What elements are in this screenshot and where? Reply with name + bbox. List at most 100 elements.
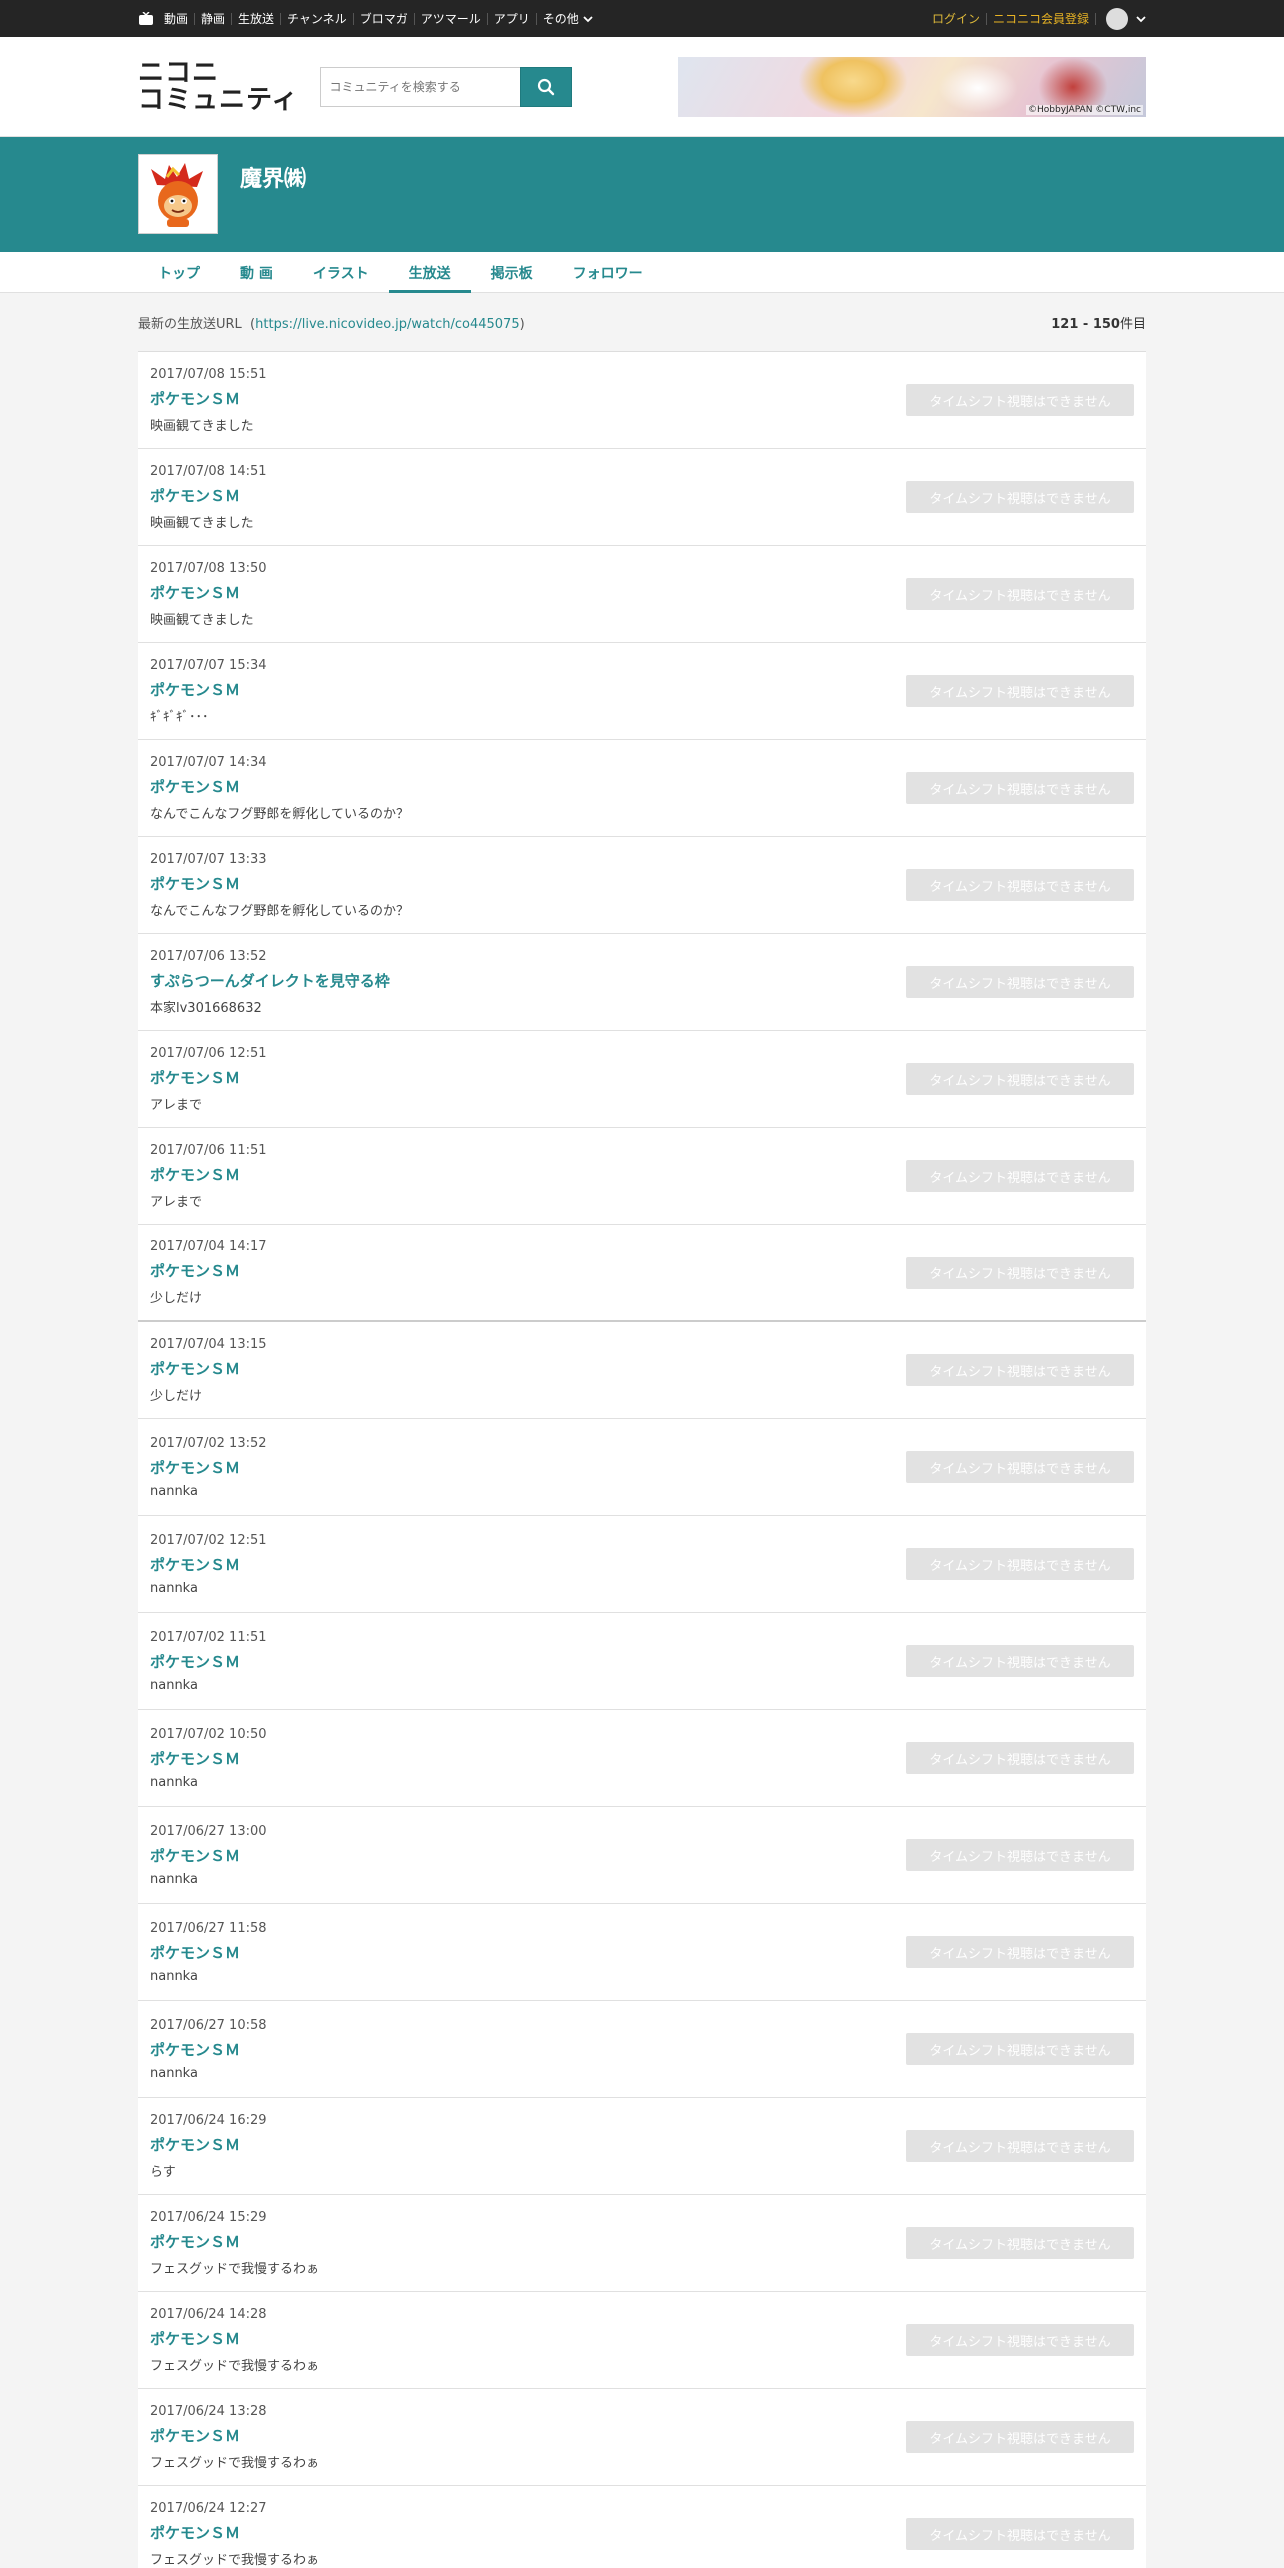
- broadcast-date: 2017/07/06 13:52: [150, 948, 267, 964]
- nav-live[interactable]: 生放送: [231, 12, 280, 25]
- broadcast-title[interactable]: ポケモンＳＭ: [150, 1067, 267, 1088]
- broadcast-item: 2017/06/24 15:29 ポケモンＳＭ フェスグッドで我慢するわぁ タイ…: [138, 2195, 1146, 2292]
- broadcast-title[interactable]: ポケモンＳＭ: [150, 1942, 267, 1963]
- broadcast-description: アレまで: [150, 1097, 203, 1113]
- nav-atsumaru[interactable]: アツマール: [413, 12, 487, 25]
- timeshift-unavailable-button: タイムシフト視聴はできません: [906, 1451, 1134, 1483]
- community-tabs: トップ 動 画 イラスト 生放送 掲示板 フォロワー: [0, 252, 1284, 293]
- tab-top[interactable]: トップ: [138, 252, 220, 293]
- timeshift-unavailable-button: タイムシフト視聴はできません: [906, 966, 1134, 998]
- broadcast-title[interactable]: ポケモンＳＭ: [150, 873, 409, 894]
- timeshift-unavailable-button: タイムシフト視聴はできません: [906, 384, 1134, 416]
- niconico-community-logo[interactable]: ニコニ コミュニティ: [138, 60, 298, 114]
- community-search-input[interactable]: [320, 67, 521, 107]
- register-link[interactable]: ニコニコ会員登録: [985, 12, 1096, 25]
- broadcast-description: 映画観てきました: [150, 612, 254, 628]
- broadcast-list: 2017/07/08 15:51 ポケモンＳＭ 映画観てきました タイムシフト視…: [138, 351, 1146, 2568]
- broadcast-item: 2017/07/06 13:52 すぷらつーんダイレクトを見守る枠 本家lv30…: [138, 934, 1146, 1031]
- broadcast-description: nannka: [150, 1871, 198, 1887]
- nav-channel[interactable]: チャンネル: [280, 12, 353, 25]
- broadcast-item: 2017/07/07 15:34 ポケモンＳＭ ｷﾞｷﾞｷﾞ･･･ タイムシフト…: [138, 643, 1146, 740]
- broadcast-title[interactable]: ポケモンＳＭ: [150, 485, 267, 506]
- broadcast-item: 2017/06/27 13:00 ポケモンＳＭ nannka タイムシフト視聴は…: [138, 1807, 1146, 1904]
- broadcast-title[interactable]: ポケモンＳＭ: [150, 1845, 267, 1866]
- broadcast-title[interactable]: ポケモンＳＭ: [150, 2522, 319, 2543]
- broadcast-item: 2017/07/06 11:51 ポケモンＳＭ アレまで タイムシフト視聴はでき…: [138, 1128, 1146, 1225]
- logo-line-2: コミュニティ: [138, 85, 299, 115]
- broadcast-title[interactable]: ポケモンＳＭ: [150, 2134, 267, 2155]
- broadcast-item: 2017/07/02 13:52 ポケモンＳＭ nannka タイムシフト視聴は…: [138, 1419, 1146, 1516]
- broadcast-date: 2017/07/07 13:33: [150, 851, 267, 867]
- ad-banner[interactable]: ©HobbyJAPAN ©CTW,inc: [678, 57, 1146, 117]
- broadcast-title[interactable]: ポケモンＳＭ: [150, 2231, 319, 2252]
- tab-live[interactable]: 生放送: [388, 252, 471, 293]
- timeshift-unavailable-button: タイムシフト視聴はできません: [906, 2324, 1134, 2356]
- broadcast-title[interactable]: ポケモンＳＭ: [150, 2425, 319, 2446]
- broadcast-date: 2017/06/24 13:28: [150, 2403, 267, 2419]
- broadcast-title[interactable]: ポケモンＳＭ: [150, 1260, 267, 1281]
- nav-seiga[interactable]: 静画: [194, 12, 231, 25]
- community-title: 魔界㈱: [240, 167, 307, 192]
- tab-illust[interactable]: イラスト: [293, 252, 389, 293]
- search-icon: [538, 78, 555, 96]
- banner-credit: ©HobbyJAPAN ©CTW,inc: [1026, 105, 1143, 115]
- broadcast-title[interactable]: ポケモンＳＭ: [150, 1748, 267, 1769]
- broadcast-title[interactable]: ポケモンＳＭ: [150, 679, 267, 700]
- user-avatar[interactable]: [1106, 7, 1128, 30]
- broadcast-title[interactable]: ポケモンＳＭ: [150, 1457, 267, 1478]
- broadcast-date: 2017/07/07 14:34: [150, 754, 267, 770]
- broadcast-description: フェスグッドで我慢するわぁ: [150, 2455, 320, 2471]
- latest-live-info: 最新の生放送URL (https://live.nicovideo.jp/wat…: [138, 293, 1146, 351]
- account-area: ログイン ニコニコ会員登録: [926, 7, 1146, 30]
- timeshift-unavailable-button: タイムシフト視聴はできません: [906, 2518, 1134, 2550]
- broadcast-date: 2017/07/07 15:34: [150, 657, 267, 673]
- timeshift-unavailable-button: タイムシフト視聴はできません: [906, 2227, 1134, 2259]
- broadcast-title[interactable]: ポケモンＳＭ: [150, 1164, 267, 1185]
- account-chevron-down-icon[interactable]: [1136, 15, 1146, 23]
- broadcast-date: 2017/07/04 13:15: [150, 1336, 267, 1352]
- broadcast-date: 2017/06/27 10:58: [150, 2017, 267, 2033]
- main-content: 最新の生放送URL (https://live.nicovideo.jp/wat…: [138, 293, 1146, 2568]
- broadcast-title[interactable]: ポケモンＳＭ: [150, 2328, 319, 2349]
- broadcast-title[interactable]: ポケモンＳＭ: [150, 1358, 267, 1379]
- broadcast-title[interactable]: ポケモンＳＭ: [150, 776, 409, 797]
- broadcast-title[interactable]: ポケモンＳＭ: [150, 582, 267, 603]
- timeshift-unavailable-button: タイムシフト視聴はできません: [906, 1936, 1134, 1968]
- broadcast-title[interactable]: すぷらつーんダイレクトを見守る枠: [150, 970, 390, 991]
- latest-live-url[interactable]: https://live.nicovideo.jp/watch/co445075: [255, 317, 519, 332]
- broadcast-description: なんでこんなフグ野郎を孵化しているのか？: [150, 806, 409, 822]
- tab-followers[interactable]: フォロワー: [553, 252, 663, 293]
- nav-blomaga[interactable]: ブロマガ: [352, 12, 414, 25]
- broadcast-date: 2017/06/27 13:00: [150, 1823, 267, 1839]
- site-header: ニコニ コミュニティ ©HobbyJAPAN ©CTW,inc: [0, 37, 1284, 137]
- nav-douga[interactable]: 動画: [164, 13, 194, 25]
- result-range-unit: 件目: [1119, 316, 1146, 332]
- broadcast-date: 2017/06/24 14:28: [150, 2306, 267, 2322]
- community-icon[interactable]: [138, 154, 218, 234]
- broadcast-item: 2017/07/04 13:15 ポケモンＳＭ 少しだけ タイムシフト視聴はでき…: [138, 1322, 1146, 1419]
- broadcast-date: 2017/07/08 13:50: [150, 560, 267, 576]
- timeshift-unavailable-button: タイムシフト視聴はできません: [906, 2421, 1134, 2453]
- broadcast-date: 2017/07/08 15:51: [150, 366, 267, 382]
- broadcast-title[interactable]: ポケモンＳＭ: [150, 2039, 267, 2060]
- broadcast-description: nannka: [150, 1774, 198, 1790]
- broadcast-item: 2017/06/24 16:29 ポケモンＳＭ らす タイムシフト視聴はできませ…: [138, 2098, 1146, 2195]
- timeshift-unavailable-button: タイムシフト視聴はできません: [906, 1256, 1134, 1289]
- nav-more[interactable]: その他: [535, 12, 599, 25]
- tab-video[interactable]: 動 画: [220, 252, 293, 293]
- broadcast-title[interactable]: ポケモンＳＭ: [150, 388, 267, 409]
- broadcast-description: nannka: [150, 2065, 198, 2081]
- broadcast-title[interactable]: ポケモンＳＭ: [150, 1554, 267, 1575]
- login-link[interactable]: ログイン: [926, 13, 986, 25]
- broadcast-description: 少しだけ: [150, 1291, 203, 1306]
- timeshift-unavailable-button: タイムシフト視聴はできません: [906, 1063, 1134, 1095]
- broadcast-date: 2017/07/02 12:51: [150, 1532, 267, 1548]
- timeshift-unavailable-button: タイムシフト視聴はできません: [906, 1354, 1134, 1386]
- broadcast-title[interactable]: ポケモンＳＭ: [150, 1651, 267, 1672]
- tab-bbs[interactable]: 掲示板: [471, 252, 553, 293]
- nav-app[interactable]: アプリ: [486, 12, 536, 25]
- broadcast-item: 2017/07/08 15:51 ポケモンＳＭ 映画観てきました タイムシフト視…: [138, 352, 1146, 449]
- broadcast-date: 2017/06/24 12:27: [150, 2500, 267, 2516]
- search-button[interactable]: [520, 67, 573, 107]
- niconico-tv-icon[interactable]: [138, 11, 154, 26]
